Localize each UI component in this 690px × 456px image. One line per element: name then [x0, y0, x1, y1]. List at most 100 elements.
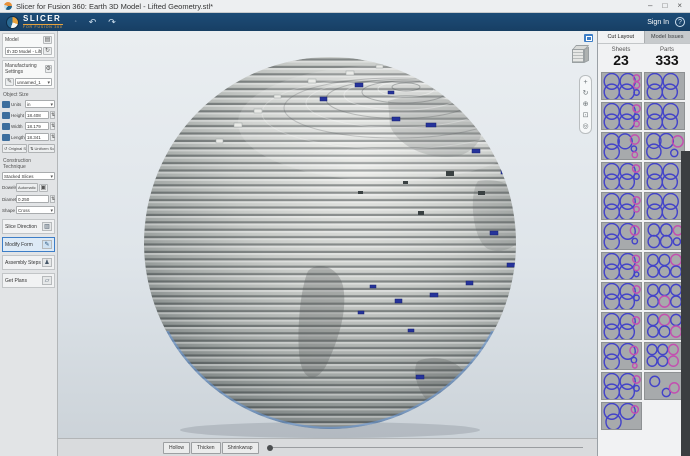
sheet-thumbnail[interactable]: [601, 282, 642, 310]
dowels-label: Dowels: [2, 185, 15, 190]
chevron-down-icon: ▾: [47, 80, 50, 86]
fullscreen-icon[interactable]: [584, 34, 593, 42]
sheet-thumbnail[interactable]: [644, 342, 685, 370]
modify-form-button[interactable]: Modify Form ✎: [2, 237, 55, 252]
units-select[interactable]: in▾: [25, 100, 55, 108]
manufacturing-settings-label: Manufacturing Settings: [5, 63, 45, 75]
height-stepper[interactable]: ⇅: [50, 111, 55, 119]
tab-model-issues[interactable]: Model Issues: [644, 31, 690, 43]
close-button[interactable]: ×: [677, 1, 682, 11]
sheet-thumbnail[interactable]: [601, 192, 642, 220]
shrinkwrap-button[interactable]: Shrinkwrap: [222, 442, 259, 454]
length-field[interactable]: 18.341: [25, 133, 49, 141]
reset-icon: ↺: [4, 146, 7, 151]
sheet-thumbnail[interactable]: [601, 252, 642, 280]
tab-cut-layout[interactable]: Cut Layout: [598, 31, 644, 43]
sheet-thumbnail[interactable]: [644, 72, 685, 100]
model-name-field[interactable]: th 3D Model - Lifted Geometry: [5, 47, 42, 55]
sheet-thumbnail[interactable]: [601, 402, 642, 430]
diameter-stepper[interactable]: ⇅: [50, 195, 55, 203]
undo-icon[interactable]: ↶: [89, 17, 97, 28]
modify-amount-slider[interactable]: [267, 445, 583, 451]
thicken-button[interactable]: Thicken: [191, 442, 221, 454]
sheet-thumbnail[interactable]: [601, 102, 642, 130]
sheet-thumbnail[interactable]: [644, 132, 685, 160]
sheets-count: 23: [598, 53, 644, 68]
units-label: Units: [11, 102, 24, 107]
maximize-button[interactable]: □: [662, 1, 667, 11]
hollow-button[interactable]: Hollow: [163, 442, 190, 454]
dowels-automatic-button[interactable]: Automatic: [16, 183, 38, 192]
slider-track: [273, 447, 583, 448]
view-cube-front-face: [572, 49, 584, 63]
length-icon: [2, 134, 10, 141]
redo-icon[interactable]: ↷: [108, 17, 116, 28]
sheet-thumbnail[interactable]: [601, 342, 642, 370]
brand-name: SLICER: [23, 15, 63, 23]
view-cube-side-face: [584, 47, 589, 63]
model-section-label: Model: [5, 37, 19, 43]
diameter-label: Diameter: [2, 197, 15, 202]
object-size-label: Object Size: [0, 89, 57, 99]
model-viewport[interactable]: + ↻ ⊕ ⊡ ◎: [58, 31, 597, 438]
chevron-down-icon: ▾: [50, 174, 53, 180]
sheet-thumbnail[interactable]: [601, 162, 642, 190]
earth-sliced-model[interactable]: [58, 31, 597, 438]
gear-icon[interactable]: ⚙: [45, 65, 52, 73]
modify-form-icon: ✎: [42, 240, 52, 249]
sheet-thumbnail[interactable]: [601, 372, 642, 400]
sheet-thumbnail[interactable]: [644, 282, 685, 310]
sheet-thumbnail[interactable]: [601, 312, 642, 340]
slicer-logo-icon: [6, 16, 19, 29]
width-field[interactable]: 18.179: [25, 122, 49, 130]
sheet-thumbnail[interactable]: [601, 72, 642, 100]
app-toolbar: SLICER FOR FUSION 360 ◦ ↶ ↷ Sign In ?: [0, 13, 690, 31]
sheet-thumbnail[interactable]: [644, 252, 685, 280]
sheet-thumbnail[interactable]: [601, 222, 642, 250]
technique-select[interactable]: Stacked Slices▾: [2, 172, 55, 180]
width-stepper[interactable]: ⇅: [50, 122, 55, 130]
uniform-scale-toggle[interactable]: ⇅ Uniform Scale: [28, 144, 55, 153]
height-label: Height: [11, 113, 24, 118]
zoom-icon[interactable]: ⊕: [583, 101, 589, 108]
help-icon[interactable]: ?: [675, 17, 685, 27]
original-size-button[interactable]: ↺ Original Size: [2, 144, 27, 153]
fit-view-icon[interactable]: ⊡: [583, 112, 589, 119]
minimize-button[interactable]: –: [648, 1, 652, 11]
preferences-icon[interactable]: ◦: [75, 19, 77, 25]
height-field[interactable]: 18.408: [25, 111, 49, 119]
length-stepper[interactable]: ⇅: [50, 133, 55, 141]
diameter-field[interactable]: 0.250: [16, 195, 49, 203]
slice-direction-button[interactable]: Slice Direction ▥: [2, 219, 55, 234]
sheet-grid: [598, 70, 690, 430]
pan-icon[interactable]: +: [583, 79, 587, 86]
look-at-icon[interactable]: ◎: [582, 123, 588, 130]
sheet-thumbnail[interactable]: [644, 312, 685, 340]
dowel-icon[interactable]: ▣: [39, 184, 48, 192]
model-refresh-icon[interactable]: ↻: [43, 47, 52, 55]
get-plans-button[interactable]: Get Plans ▱: [2, 273, 55, 288]
slicer-logo: SLICER FOR FUSION 360: [6, 15, 63, 30]
chevron-down-icon: ▾: [50, 102, 53, 108]
model-import-icon[interactable]: ▤: [43, 36, 52, 44]
cut-layout-panel: Cut Layout Model Issues Sheets 23 Parts …: [597, 31, 690, 456]
sheet-thumbnail[interactable]: [644, 102, 685, 130]
brand-subtitle: FOR FUSION 360: [23, 24, 63, 30]
edit-settings-icon[interactable]: ✎: [5, 78, 14, 86]
parts-count: 333: [644, 53, 690, 68]
shape-select[interactable]: Cross▾: [16, 206, 55, 214]
sheet-thumbnail[interactable]: [644, 372, 685, 400]
sheet-thumbnail[interactable]: [644, 192, 685, 220]
window-titlebar: Slicer for Fusion 360: Earth 3D Model - …: [0, 0, 690, 13]
assembly-steps-button[interactable]: Assembly Steps ♟: [2, 255, 55, 270]
height-icon: [2, 112, 10, 119]
sign-in-button[interactable]: Sign In: [647, 19, 669, 26]
orbit-icon[interactable]: ↻: [583, 90, 589, 97]
sheet-thumbnail[interactable]: [601, 132, 642, 160]
sheet-scrollbar[interactable]: [681, 151, 690, 456]
manufacturing-preset-select[interactable]: unnamed_1▾: [15, 78, 52, 86]
lock-icon: ⇅: [30, 146, 33, 151]
sheet-thumbnail[interactable]: [644, 162, 685, 190]
view-cube[interactable]: [572, 45, 590, 65]
sheet-thumbnail[interactable]: [644, 222, 685, 250]
